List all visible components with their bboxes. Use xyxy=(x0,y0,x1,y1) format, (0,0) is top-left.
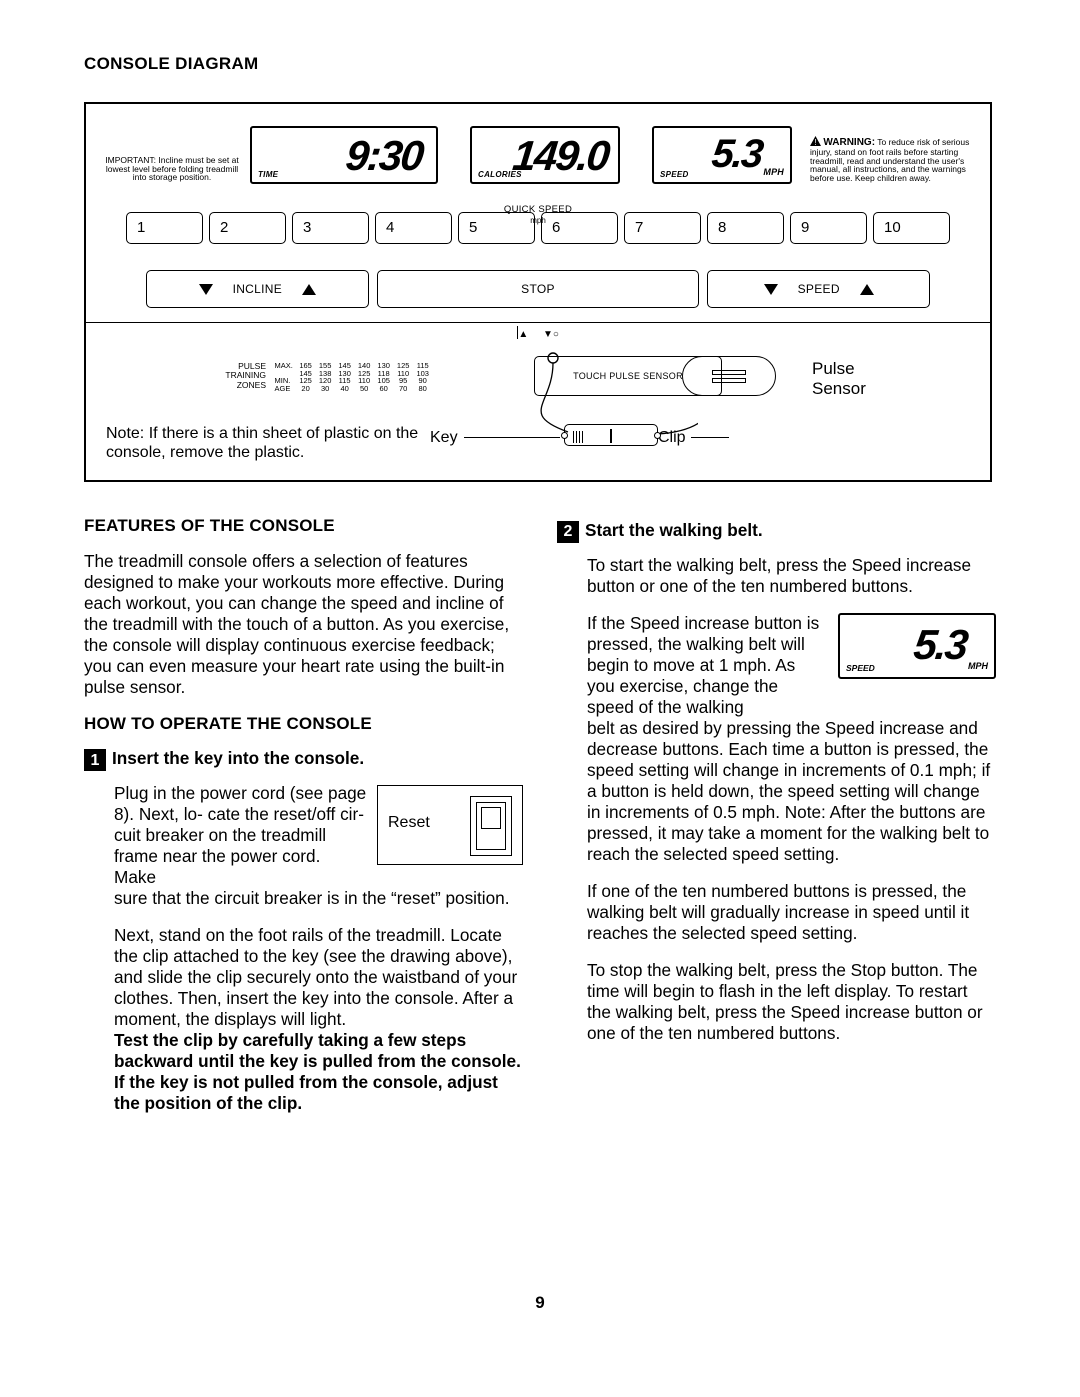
svg-text:!: ! xyxy=(814,138,816,146)
step-2-p1: To start the walking belt, press the Spe… xyxy=(587,555,996,597)
quick-speed-3[interactable]: 3 xyxy=(292,212,369,244)
speed-button[interactable]: SPEED xyxy=(707,270,930,308)
step-2-p4: To stop the walking belt, press the Stop… xyxy=(587,960,996,1044)
reset-figure: Reset xyxy=(377,785,523,865)
features-heading: FEATURES OF THE CONSOLE xyxy=(84,516,523,537)
features-paragraph: The treadmill console offers a selection… xyxy=(84,551,523,698)
step-2-title: Start the walking belt. xyxy=(585,520,763,543)
pulse-training-zones: PULSETRAININGZONES MAX.16515514514013012… xyxy=(216,362,488,396)
lcd-speed: 5.3 SPEED MPH xyxy=(652,126,792,184)
chevron-down-icon xyxy=(764,284,778,295)
quick-speed-2[interactable]: 2 xyxy=(209,212,286,244)
console-diagram: IMPORTANT: Incline must be set at lowest… xyxy=(84,102,992,482)
lcd-calories: 149.0 CALORIES xyxy=(470,126,620,184)
circuit-breaker-icon xyxy=(470,796,512,856)
step-1-p1b: sure that the circuit breaker is in the … xyxy=(114,888,523,909)
howto-heading: HOW TO OPERATE THE CONSOLE xyxy=(84,714,523,735)
speed-label: SPEED xyxy=(798,282,840,296)
right-column: 2 Start the walking belt. To start the w… xyxy=(557,516,996,1130)
quick-speed-8[interactable]: 8 xyxy=(707,212,784,244)
speed-figure: 5.3 SPEED MPH xyxy=(838,613,996,679)
quick-speed-4[interactable]: 4 xyxy=(375,212,452,244)
quick-speed-10[interactable]: 10 xyxy=(873,212,950,244)
quick-speed-7[interactable]: 7 xyxy=(624,212,701,244)
chevron-up-icon xyxy=(302,284,316,295)
key-slot[interactable] xyxy=(564,424,658,446)
step-2-badge: 2 xyxy=(557,521,579,543)
plastic-note: Note: If there is a thin sheet of plasti… xyxy=(106,424,436,462)
quick-speed-6[interactable]: 6 xyxy=(541,212,618,244)
step-2-p2b: belt as desired by pressing the Speed in… xyxy=(587,718,996,865)
step-1-p2: Next, stand on the foot rails of the tre… xyxy=(114,925,523,1030)
warning-note: ! WARNING: To reduce risk of serious inj… xyxy=(810,136,978,182)
step-1-badge: 1 xyxy=(84,749,106,771)
step-2-p3: If one of the ten numbered buttons is pr… xyxy=(587,881,996,944)
key-callout: Key xyxy=(430,429,458,447)
quick-speed-5[interactable]: 5 xyxy=(458,212,535,244)
chevron-up-icon xyxy=(860,284,874,295)
lcd-time: 9:30 TIME xyxy=(250,126,438,184)
chevron-down-icon xyxy=(199,284,213,295)
page-number: 9 xyxy=(0,1293,1080,1313)
quick-speed-row: 12345678910 xyxy=(126,212,950,244)
left-column: FEATURES OF THE CONSOLE The treadmill co… xyxy=(84,516,523,1130)
quick-speed-1[interactable]: 1 xyxy=(126,212,203,244)
incline-button[interactable]: INCLINE xyxy=(146,270,369,308)
important-note: IMPORTANT: Incline must be set at lowest… xyxy=(102,156,242,182)
quick-speed-9[interactable]: 9 xyxy=(790,212,867,244)
stop-button[interactable]: STOP xyxy=(377,270,700,308)
warning-icon: ! xyxy=(810,136,821,146)
pulse-sensor-label: PulseSensor xyxy=(812,359,866,398)
step-1-warning: Test the clip by carefully taking a few … xyxy=(114,1030,523,1114)
incline-label: INCLINE xyxy=(233,282,282,296)
step-1-title: Insert the key into the console. xyxy=(112,748,364,771)
page-title: CONSOLE DIAGRAM xyxy=(84,54,996,74)
